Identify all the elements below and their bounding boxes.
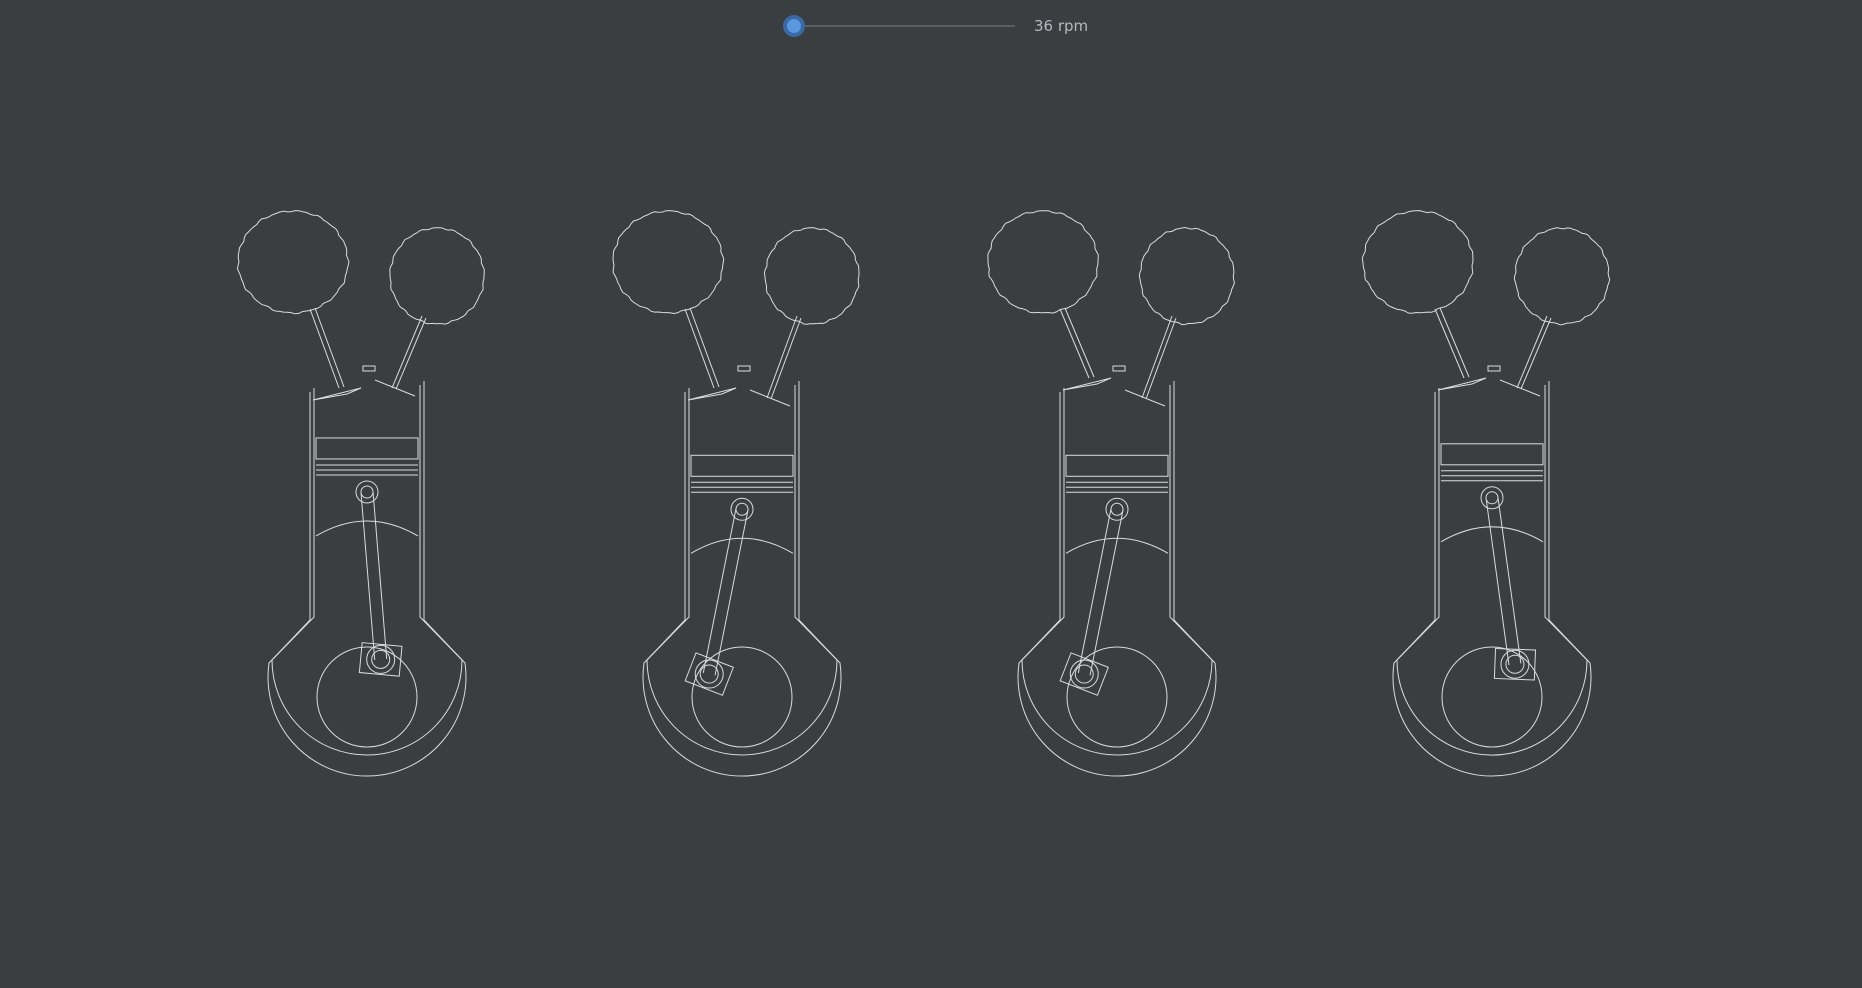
- intake-valve-head: [312, 387, 362, 401]
- piston-rings: [1066, 481, 1168, 493]
- cylinder-wall: [646, 385, 838, 756]
- exhaust-cam: [1513, 227, 1611, 326]
- intake-valve-head: [1437, 377, 1487, 391]
- wrist-pin: [1110, 502, 1124, 516]
- wrist-pin: [360, 485, 374, 499]
- crank-pin-outer: [1500, 649, 1530, 679]
- cylinder-wall-outer: [1392, 381, 1592, 777]
- piston-crown: [1065, 454, 1169, 477]
- exhaust-cam: [763, 227, 860, 325]
- cylinder-3: [987, 210, 1235, 777]
- exhaust-valve-head: [1124, 389, 1166, 407]
- piston-rings: [316, 464, 418, 476]
- cylinder-1: [236, 210, 485, 777]
- spark-plug: [737, 365, 751, 372]
- crank-pin-outer: [1069, 659, 1099, 689]
- wrist-pin: [735, 502, 749, 516]
- spark-plug: [362, 365, 376, 372]
- spark-plug: [1112, 365, 1126, 372]
- intake-valve-stem: [1434, 307, 1470, 379]
- piston-crown: [315, 437, 419, 460]
- cylinder-wall: [1021, 385, 1213, 756]
- wrist-pin-outer: [355, 480, 379, 504]
- exhaust-valve-stem: [766, 315, 802, 400]
- exhaust-valve-head: [1499, 379, 1541, 397]
- intake-valve-stem: [1059, 307, 1095, 379]
- piston-rings: [1441, 470, 1543, 482]
- cylinder-wall-outer: [642, 381, 842, 777]
- spark-plug: [1487, 365, 1501, 372]
- wrist-pin-outer: [1105, 497, 1129, 521]
- exhaust-valve-head: [374, 379, 416, 397]
- engine-cylinders: [236, 210, 1611, 777]
- exhaust-valve-head: [749, 389, 791, 407]
- intake-cam: [236, 210, 350, 315]
- wrist-pin: [1485, 491, 1499, 505]
- intake-valve-stem: [309, 307, 345, 389]
- piston-skirt: [315, 520, 419, 537]
- exhaust-valve-stem: [391, 315, 427, 390]
- piston-rings: [691, 481, 793, 493]
- wrist-pin-outer: [1480, 486, 1504, 510]
- crankshaft-web: [1066, 646, 1168, 748]
- wrist-pin-outer: [730, 497, 754, 521]
- intake-cam: [612, 210, 725, 315]
- crankshaft-web: [1441, 646, 1543, 748]
- piston-crown: [1440, 443, 1544, 466]
- exhaust-cam: [389, 227, 485, 325]
- big-end-cap: [358, 642, 403, 677]
- intake-cam: [987, 210, 1099, 314]
- intake-valve-stem: [684, 307, 720, 389]
- exhaust-valve-stem: [1141, 315, 1177, 400]
- connecting-rod: [1485, 496, 1522, 666]
- cylinder-2: [612, 210, 860, 777]
- exhaust-valve-stem: [1516, 315, 1552, 390]
- crank-pin-outer: [366, 644, 396, 674]
- cylinder-4: [1361, 210, 1611, 777]
- intake-cam: [1361, 210, 1474, 314]
- crankshaft-web: [691, 646, 793, 748]
- cylinder-wall-outer: [1017, 381, 1217, 777]
- cylinder-wall-outer: [267, 381, 467, 777]
- connecting-rod: [360, 491, 388, 660]
- exhaust-cam: [1138, 226, 1235, 326]
- crank-pin-outer: [694, 659, 724, 689]
- intake-valve-head: [687, 387, 737, 401]
- engine-simulation: 36 rpm: [0, 0, 1862, 988]
- cylinder-wall: [1396, 385, 1588, 756]
- piston-crown: [690, 454, 794, 477]
- intake-valve-head: [1062, 377, 1112, 391]
